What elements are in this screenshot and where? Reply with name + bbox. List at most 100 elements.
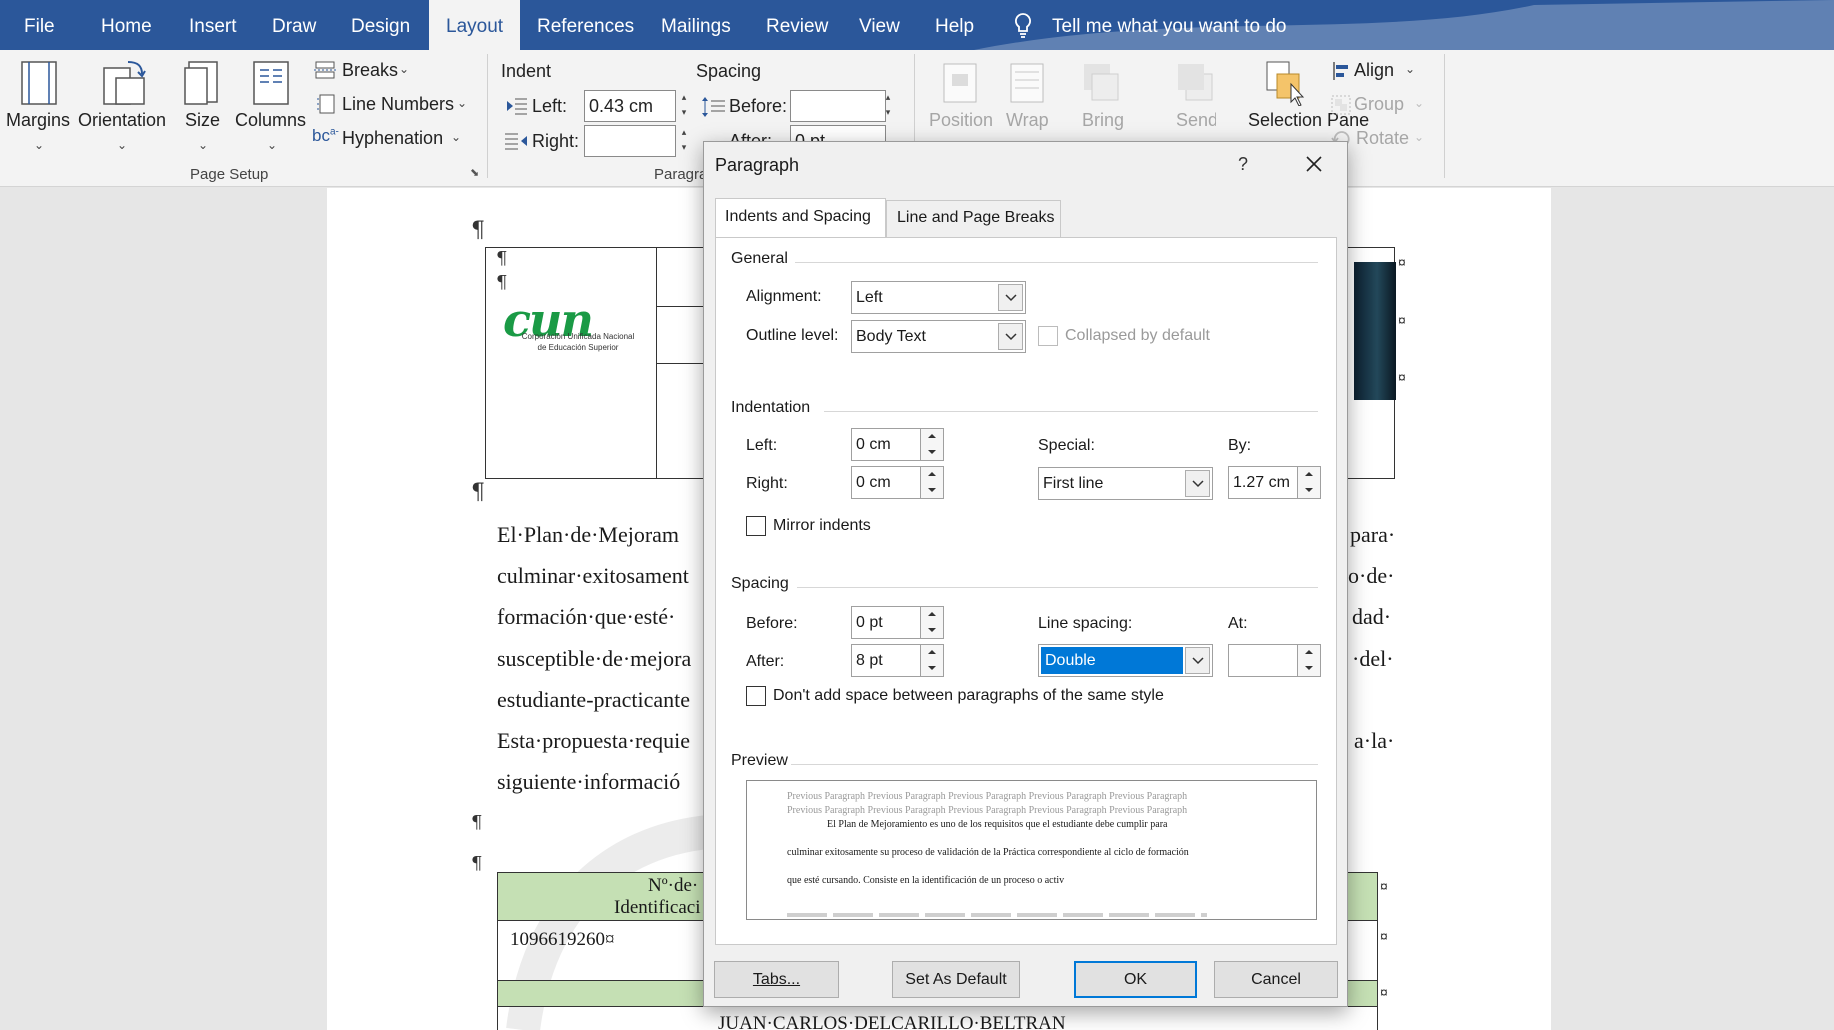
set-as-default-button[interactable]: Set As Default xyxy=(892,961,1020,998)
table-cell-id[interactable]: 1096619260¤ xyxy=(510,929,615,951)
tab-mailings[interactable]: Mailings xyxy=(661,0,731,50)
indent-right-spinner[interactable]: ▴ ▾ xyxy=(674,125,694,157)
columns-button[interactable]: Columns xyxy=(235,110,306,131)
by-field[interactable]: 1.27 cm xyxy=(1228,466,1298,499)
indent-left-field[interactable]: 0 cm xyxy=(851,428,921,461)
tab-home[interactable]: Home xyxy=(101,0,152,50)
chevron-down-icon[interactable] xyxy=(998,323,1023,350)
outline-level-select[interactable]: Body Text xyxy=(851,320,1026,353)
orientation-icon[interactable] xyxy=(102,58,146,108)
collapsed-by-default-checkbox xyxy=(1038,326,1058,346)
tab-draw[interactable]: Draw xyxy=(272,0,316,50)
body-line-3: formación·que·esté· xyxy=(497,604,676,629)
group-icon xyxy=(1331,95,1351,115)
spacing-before-field[interactable]: 0 pt xyxy=(851,606,921,639)
alignment-select[interactable]: Left xyxy=(851,281,1026,314)
paragraph-dialog: Paragraph ? Indents and Spacing Line and… xyxy=(703,141,1348,1007)
align-dropdown-icon[interactable]: ⌄ xyxy=(1405,62,1415,76)
chevron-down-icon[interactable] xyxy=(1185,470,1210,497)
align-button[interactable]: Align xyxy=(1354,60,1394,81)
mirror-indents-checkbox[interactable] xyxy=(746,516,766,536)
tab-references[interactable]: References xyxy=(537,0,634,50)
size-dropdown-icon[interactable]: ⌄ xyxy=(198,138,208,152)
indent-right-input[interactable] xyxy=(584,125,676,157)
tab-indents-and-spacing[interactable]: Indents and Spacing xyxy=(715,198,886,238)
page-setup-launcher-icon[interactable]: ⬊ xyxy=(470,166,479,179)
columns-icon[interactable] xyxy=(252,60,290,106)
tab-view[interactable]: View xyxy=(859,0,900,50)
spacing-before-label: Before: xyxy=(746,615,798,632)
paragraph-mark: ¶ xyxy=(496,272,508,293)
margins-icon[interactable] xyxy=(20,60,58,106)
at-spinner[interactable] xyxy=(1297,644,1321,677)
breaks-button[interactable]: Breaks xyxy=(342,60,398,81)
tab-file[interactable]: File xyxy=(24,0,55,50)
cell-end-mark: ¤ xyxy=(1380,984,1388,1000)
section-divider xyxy=(791,764,1318,765)
tab-design[interactable]: Design xyxy=(351,0,410,50)
close-icon[interactable] xyxy=(1305,155,1323,173)
dialog-title: Paragraph xyxy=(715,155,800,175)
special-label: Special: xyxy=(1038,437,1095,454)
spacing-before-spinner[interactable]: ▴ ▾ xyxy=(878,90,898,122)
lightbulb-icon xyxy=(1015,13,1031,38)
orientation-dropdown-icon[interactable]: ⌄ xyxy=(117,138,127,152)
help-button[interactable]: ? xyxy=(1238,154,1248,175)
line-spacing-select[interactable]: Double xyxy=(1038,644,1213,677)
indent-right-spinner[interactable] xyxy=(920,466,944,499)
preview-previous-line: Previous Paragraph Previous Paragraph Pr… xyxy=(787,805,1188,816)
table-cell-name[interactable]: JUAN·CARLOS·DELCARILLO·BELTRAN xyxy=(718,1013,1066,1030)
size-icon[interactable] xyxy=(183,60,221,106)
tab-help[interactable]: Help xyxy=(935,0,974,50)
line-numbers-button[interactable]: Line Numbers xyxy=(342,94,454,115)
columns-dropdown-icon[interactable]: ⌄ xyxy=(267,138,277,152)
ok-button[interactable]: OK xyxy=(1074,961,1197,998)
alignment-label: Alignment: xyxy=(746,288,822,305)
hyphenation-dropdown-icon[interactable]: ⌄ xyxy=(451,130,461,144)
body-line-3-end: dad· xyxy=(1352,604,1392,629)
at-field[interactable] xyxy=(1228,644,1298,677)
rotate-button: Rotate xyxy=(1356,128,1410,148)
indent-left-label: Left: xyxy=(532,96,568,116)
chevron-down-icon[interactable] xyxy=(1185,647,1210,674)
body-line-7: siguiente·informació xyxy=(497,769,681,794)
cancel-button[interactable]: Cancel xyxy=(1214,961,1338,998)
selection-pane-icon[interactable] xyxy=(1265,60,1305,106)
line-numbers-dropdown-icon[interactable]: ⌄ xyxy=(457,96,467,110)
indent-left-spinner[interactable]: ▴ ▾ xyxy=(674,90,694,122)
cell-end-mark: ¤ xyxy=(1380,928,1388,944)
tab-insert[interactable]: Insert xyxy=(189,0,237,50)
indent-left-icon xyxy=(507,98,527,115)
size-button[interactable]: Size xyxy=(185,110,220,131)
breaks-dropdown-icon[interactable]: ⌄ xyxy=(399,62,409,76)
hyphenation-icon: bca- xyxy=(312,126,339,145)
spacing-before-spinner[interactable] xyxy=(920,606,944,639)
body-line-1: El·Plan·de·Mejoram xyxy=(497,522,680,547)
indent-left-spinner[interactable] xyxy=(920,428,944,461)
tabs-button[interactable]: Tabs... xyxy=(714,961,839,998)
tab-review[interactable]: Review xyxy=(766,0,828,50)
table-border xyxy=(656,363,706,364)
indent-right-field[interactable]: 0 cm xyxy=(851,466,921,499)
dont-add-space-checkbox[interactable] xyxy=(746,686,766,706)
hyphenation-button[interactable]: Hyphenation xyxy=(342,128,443,149)
spacing-before-label: Before: xyxy=(729,96,788,116)
margins-button[interactable]: Margins xyxy=(6,110,70,131)
margins-dropdown-icon[interactable]: ⌄ xyxy=(34,138,44,152)
special-select[interactable]: First line xyxy=(1038,467,1213,500)
tab-line-and-page-breaks[interactable]: Line and Page Breaks xyxy=(886,200,1061,238)
preview-following-lines xyxy=(787,913,1207,917)
spacing-before-input[interactable] xyxy=(790,90,886,122)
wrap-text-button: Wrap Text xyxy=(1006,110,1048,130)
tell-me-search[interactable]: Tell me what you want to do xyxy=(1052,0,1286,50)
section-divider xyxy=(795,262,1318,263)
tab-layout[interactable]: Layout xyxy=(429,0,521,50)
spacing-after-spinner[interactable] xyxy=(920,644,944,677)
by-spinner[interactable] xyxy=(1297,466,1321,499)
indent-left-input[interactable]: 0.43 cm xyxy=(584,90,676,122)
by-label: By: xyxy=(1228,437,1252,454)
orientation-button[interactable]: Orientation xyxy=(78,110,166,131)
chevron-down-icon[interactable] xyxy=(998,284,1023,311)
paragraph-mark: ¶ xyxy=(471,812,483,833)
spacing-after-field[interactable]: 8 pt xyxy=(851,644,921,677)
